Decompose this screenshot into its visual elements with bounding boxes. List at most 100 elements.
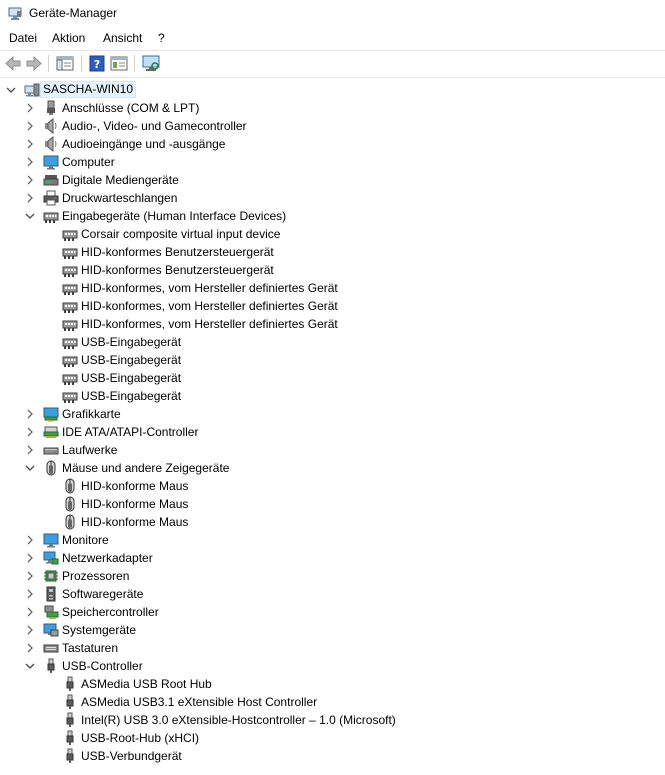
tree-category-audio-io[interactable]: Audioeingänge und -ausgänge bbox=[62, 136, 225, 152]
tree-category-mice[interactable]: Mäuse und andere Zeigegeräte bbox=[62, 460, 229, 476]
tree-category-computer[interactable]: Computer bbox=[62, 154, 115, 170]
tree-row[interactable]: Anschlüsse (COM & LPT) bbox=[0, 99, 665, 117]
tree-device-hid[interactable]: HID-konformes, vom Hersteller definierte… bbox=[81, 280, 338, 296]
tree-row[interactable]: Corsair composite virtual input device bbox=[0, 225, 665, 243]
tree-category-media-devices[interactable]: Digitale Mediengeräte bbox=[62, 172, 179, 188]
chevron-down-icon[interactable] bbox=[22, 208, 38, 224]
tree-row[interactable]: ASMedia USB Root Hub bbox=[0, 675, 665, 693]
tree-category-processors[interactable]: Prozessoren bbox=[62, 568, 129, 584]
chevron-right-icon[interactable] bbox=[22, 550, 38, 566]
tree-row[interactable]: USB-Root-Hub (xHCI) bbox=[0, 729, 665, 747]
tree-device-usb[interactable]: USB-Root-Hub (xHCI) bbox=[81, 730, 199, 746]
tree-row[interactable]: HID-konformes Benutzersteuergerät bbox=[0, 261, 665, 279]
tree-row[interactable]: Druckwarteschlangen bbox=[0, 189, 665, 207]
tree-root-computer[interactable]: SASCHA-WIN10 bbox=[40, 81, 137, 98]
properties-icon[interactable] bbox=[109, 54, 129, 73]
tree-row[interactable]: Laufwerke bbox=[0, 441, 665, 459]
chevron-right-icon[interactable] bbox=[22, 118, 38, 134]
chevron-right-icon[interactable] bbox=[22, 532, 38, 548]
tree-category-software-devices[interactable]: Softwaregeräte bbox=[62, 586, 143, 602]
tree-row[interactable]: Softwaregeräte bbox=[0, 585, 665, 603]
tree-category-ports[interactable]: Anschlüsse (COM & LPT) bbox=[62, 100, 199, 116]
chevron-right-icon[interactable] bbox=[22, 586, 38, 602]
chevron-right-icon[interactable] bbox=[22, 442, 38, 458]
tree-row[interactable]: Monitore bbox=[0, 531, 665, 549]
tree-row[interactable]: Prozessoren bbox=[0, 567, 665, 585]
chevron-right-icon[interactable] bbox=[22, 604, 38, 620]
tree-row[interactable]: Audioeingänge und -ausgänge bbox=[0, 135, 665, 153]
tree-device-usb[interactable]: ASMedia USB Root Hub bbox=[81, 676, 212, 692]
tree-category-audio-video[interactable]: Audio-, Video- und Gamecontroller bbox=[62, 118, 247, 134]
tree-category-network[interactable]: Netzwerkadapter bbox=[62, 550, 153, 566]
tree-row[interactable]: HID-konformes, vom Hersteller definierte… bbox=[0, 279, 665, 297]
tree-row[interactable]: USB-Eingabegerät bbox=[0, 351, 665, 369]
tree-category-ide[interactable]: IDE ATA/ATAPI-Controller bbox=[62, 424, 198, 440]
tree-row[interactable]: Systemgeräte bbox=[0, 621, 665, 639]
menu-help[interactable]: ? bbox=[158, 31, 165, 45]
tree-row[interactable]: USB-Verbundgerät bbox=[0, 747, 665, 765]
chevron-right-icon[interactable] bbox=[22, 136, 38, 152]
tree-row[interactable]: Computer bbox=[0, 153, 665, 171]
tree-category-drives[interactable]: Laufwerke bbox=[62, 442, 117, 458]
tree-row[interactable]: USB-Eingabegerät bbox=[0, 387, 665, 405]
tree-row[interactable]: Netzwerkadapter bbox=[0, 549, 665, 567]
chevron-down-icon[interactable] bbox=[22, 460, 38, 476]
chevron-right-icon[interactable] bbox=[22, 100, 38, 116]
tree-row[interactable]: Speichercontroller bbox=[0, 603, 665, 621]
tree-device-hid[interactable]: USB-Eingabegerät bbox=[81, 352, 181, 368]
tree-device-hid[interactable]: Corsair composite virtual input device bbox=[81, 226, 280, 242]
chevron-right-icon[interactable] bbox=[22, 640, 38, 656]
tree-category-keyboards[interactable]: Tastaturen bbox=[62, 640, 118, 656]
tree-row[interactable]: Mäuse und andere Zeigegeräte bbox=[0, 459, 665, 477]
tree-category-monitors[interactable]: Monitore bbox=[62, 532, 109, 548]
chevron-right-icon[interactable] bbox=[22, 406, 38, 422]
tree-row[interactable]: HID-konformes, vom Hersteller definierte… bbox=[0, 315, 665, 333]
tree-row[interactable]: HID-konformes Benutzersteuergerät bbox=[0, 243, 665, 261]
tree-category-usb[interactable]: USB-Controller bbox=[62, 658, 143, 674]
tree-category-hid[interactable]: Eingabegeräte (Human Interface Devices) bbox=[62, 208, 286, 224]
back-arrow-icon[interactable] bbox=[3, 54, 23, 73]
tree-row[interactable]: HID-konforme Maus bbox=[0, 513, 665, 531]
tree-device-usb[interactable]: Intel(R) USB 3.0 eXtensible-Hostcontroll… bbox=[81, 712, 396, 728]
scan-hardware-icon[interactable] bbox=[141, 54, 161, 73]
tree-row[interactable]: Audio-, Video- und Gamecontroller bbox=[0, 117, 665, 135]
tree-row[interactable]: Tastaturen bbox=[0, 639, 665, 657]
menu-aktion[interactable]: Aktion bbox=[52, 31, 85, 45]
menu-datei[interactable]: Datei bbox=[9, 31, 37, 45]
tree-device-hid[interactable]: USB-Eingabegerät bbox=[81, 370, 181, 386]
chevron-right-icon[interactable] bbox=[22, 190, 38, 206]
tree-row[interactable]: Grafikkarte bbox=[0, 405, 665, 423]
tree-row[interactable]: HID-konformes, vom Hersteller definierte… bbox=[0, 297, 665, 315]
tree-category-display-adapters[interactable]: Grafikkarte bbox=[62, 406, 121, 422]
chevron-down-icon[interactable] bbox=[3, 82, 19, 98]
chevron-right-icon[interactable] bbox=[22, 424, 38, 440]
tree-device-usb[interactable]: USB-Verbundgerät bbox=[81, 748, 182, 764]
chevron-right-icon[interactable] bbox=[22, 568, 38, 584]
menu-ansicht[interactable]: Ansicht bbox=[103, 31, 142, 45]
tree-row[interactable]: SASCHA-WIN10 bbox=[0, 81, 665, 99]
tree-row[interactable]: ASMedia USB3.1 eXtensible Host Controlle… bbox=[0, 693, 665, 711]
tree-device-hid[interactable]: HID-konformes, vom Hersteller definierte… bbox=[81, 316, 338, 332]
tree-device-mouse[interactable]: HID-konforme Maus bbox=[81, 478, 188, 494]
show-hide-console-tree-icon[interactable] bbox=[55, 54, 75, 73]
chevron-right-icon[interactable] bbox=[22, 172, 38, 188]
tree-row[interactable]: Intel(R) USB 3.0 eXtensible-Hostcontroll… bbox=[0, 711, 665, 729]
tree-device-hid[interactable]: HID-konformes Benutzersteuergerät bbox=[81, 244, 274, 260]
tree-row[interactable]: USB-Eingabegerät bbox=[0, 369, 665, 387]
help-icon[interactable]: ? bbox=[87, 54, 107, 73]
tree-device-hid[interactable]: USB-Eingabegerät bbox=[81, 388, 181, 404]
tree-row[interactable]: HID-konforme Maus bbox=[0, 477, 665, 495]
tree-device-hid[interactable]: HID-konformes Benutzersteuergerät bbox=[81, 262, 274, 278]
tree-category-storage[interactable]: Speichercontroller bbox=[62, 604, 159, 620]
tree-row[interactable]: Eingabegeräte (Human Interface Devices) bbox=[0, 207, 665, 225]
chevron-right-icon[interactable] bbox=[22, 154, 38, 170]
tree-row[interactable]: Digitale Mediengeräte bbox=[0, 171, 665, 189]
tree-device-hid[interactable]: USB-Eingabegerät bbox=[81, 334, 181, 350]
tree-row[interactable]: HID-konforme Maus bbox=[0, 495, 665, 513]
tree-category-print-queues[interactable]: Druckwarteschlangen bbox=[62, 190, 177, 206]
tree-device-usb[interactable]: ASMedia USB3.1 eXtensible Host Controlle… bbox=[81, 694, 317, 710]
chevron-down-icon[interactable] bbox=[22, 658, 38, 674]
forward-arrow-icon[interactable] bbox=[24, 54, 44, 73]
tree-row[interactable]: USB-Controller bbox=[0, 657, 665, 675]
tree-category-system[interactable]: Systemgeräte bbox=[62, 622, 136, 638]
